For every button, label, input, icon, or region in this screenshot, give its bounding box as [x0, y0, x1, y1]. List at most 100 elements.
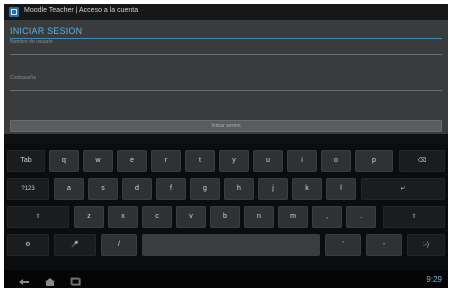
key-label: e — [130, 157, 134, 164]
back-icon[interactable] — [18, 274, 30, 285]
key-voice[interactable]: 🎤 — [54, 234, 96, 256]
back-icon-svg — [19, 279, 29, 285]
shift-icon: ⇧ — [35, 214, 41, 220]
key-emoticon[interactable]: :-) — [407, 234, 445, 256]
key-label: g — [203, 185, 207, 192]
key-q[interactable]: q — [49, 150, 79, 172]
device-screen: Moodle Teacher | Acceso a la cuenta INIC… — [4, 4, 448, 288]
key-settings[interactable]: ⚙ — [7, 234, 49, 256]
password-underline — [10, 90, 442, 91]
key-n[interactable]: n — [244, 206, 274, 228]
key-o[interactable]: o — [321, 150, 351, 172]
key-label: q — [62, 157, 66, 164]
recent-apps-icon[interactable] — [70, 274, 82, 286]
key-x[interactable]: x — [108, 206, 138, 228]
key-t[interactable]: t — [185, 150, 215, 172]
key-f[interactable]: f — [156, 178, 186, 200]
key-backspace[interactable]: ⌫ — [399, 150, 445, 172]
key-b[interactable]: b — [210, 206, 240, 228]
key-h[interactable]: h — [224, 178, 254, 200]
key-tab[interactable]: Tab — [7, 150, 45, 172]
key-e[interactable]: e — [117, 150, 147, 172]
key-shift-right[interactable]: ⇧ — [383, 206, 445, 228]
key-label: h — [237, 185, 241, 192]
key-a[interactable]: a — [54, 178, 84, 200]
microphone-icon: 🎤 — [71, 242, 79, 248]
home-icon-svg — [45, 278, 55, 286]
home-icon[interactable] — [44, 274, 56, 286]
login-form: INICIAR SESION Nombre de usuario Contras… — [4, 20, 448, 134]
key-label: s — [101, 185, 105, 192]
key-label: w — [95, 157, 101, 164]
password-field[interactable]: Contraseña — [10, 75, 442, 91]
key-label: . — [360, 213, 362, 220]
keyboard-suggestion-strip — [4, 134, 448, 144]
key-label: x — [121, 213, 125, 220]
onscreen-keyboard: Tab q w e r t y u i o p ⌫ ?123 a s d f g… — [4, 144, 448, 270]
key-y[interactable]: y — [219, 150, 249, 172]
key-label: d — [135, 185, 139, 192]
key-d[interactable]: d — [122, 178, 152, 200]
key-p[interactable]: p — [355, 150, 393, 172]
key-label: f — [170, 185, 172, 192]
system-navigation-bar: 9:29 — [4, 270, 448, 288]
key-comma[interactable]: , — [312, 206, 342, 228]
key-label: n — [257, 213, 261, 220]
username-placeholder: Nombre de usuario — [10, 39, 53, 45]
key-label: z — [87, 213, 91, 220]
enter-icon: ↵ — [400, 186, 406, 192]
key-l[interactable]: l — [326, 178, 356, 200]
key-label: j — [272, 185, 274, 192]
shift-icon: ⇧ — [411, 214, 417, 220]
key-r[interactable]: r — [151, 150, 181, 172]
key-hyphen[interactable]: - — [366, 234, 402, 256]
key-enter[interactable]: ↵ — [361, 178, 445, 200]
login-button[interactable]: Iniciar sesion — [10, 120, 442, 132]
username-underline — [10, 54, 442, 55]
key-label: o — [334, 157, 338, 164]
window-title: Moodle Teacher | Acceso a la cuenta — [24, 7, 139, 14]
key-slash[interactable]: / — [101, 234, 137, 256]
key-period[interactable]: . — [346, 206, 376, 228]
recent-apps-icon-svg — [70, 277, 81, 286]
key-c[interactable]: c — [142, 206, 172, 228]
key-k[interactable]: k — [292, 178, 322, 200]
key-label: r — [164, 157, 168, 164]
key-label: u — [266, 157, 270, 164]
key-label: , — [326, 213, 328, 220]
key-j[interactable]: j — [258, 178, 288, 200]
password-placeholder: Contraseña — [10, 75, 36, 81]
key-label: v — [189, 213, 193, 220]
key-label: t — [199, 157, 201, 164]
title-bar: Moodle Teacher | Acceso a la cuenta — [4, 4, 448, 20]
key-label: c — [155, 213, 159, 220]
key-z[interactable]: z — [74, 206, 104, 228]
key-shift-left[interactable]: ⇧ — [7, 206, 69, 228]
status-time: 9:29 — [426, 275, 442, 284]
key-w[interactable]: w — [83, 150, 113, 172]
key-label: a — [67, 185, 71, 192]
backspace-icon: ⌫ — [417, 158, 427, 164]
username-field[interactable]: Nombre de usuario — [10, 39, 442, 55]
app-icon — [9, 7, 19, 17]
key-u[interactable]: u — [253, 150, 283, 172]
key-label: ?123 — [21, 186, 35, 192]
key-v[interactable]: v — [176, 206, 206, 228]
key-label: p — [372, 157, 376, 164]
key-label: l — [340, 185, 342, 192]
key-space[interactable] — [142, 234, 320, 256]
key-label: / — [118, 241, 120, 248]
key-m[interactable]: m — [278, 206, 308, 228]
key-s[interactable]: s — [88, 178, 118, 200]
key-apostrophe[interactable]: ' — [325, 234, 361, 256]
key-label: m — [290, 213, 296, 220]
settings-icon: ⚙ — [25, 242, 31, 248]
key-label: i — [301, 157, 303, 164]
key-label: k — [305, 185, 309, 192]
key-g[interactable]: g — [190, 178, 220, 200]
key-i[interactable]: i — [287, 150, 317, 172]
emoticon-icon: :-) — [423, 242, 429, 248]
key-label: b — [223, 213, 227, 220]
key-label: ' — [342, 241, 344, 248]
key-123[interactable]: ?123 — [7, 178, 49, 200]
